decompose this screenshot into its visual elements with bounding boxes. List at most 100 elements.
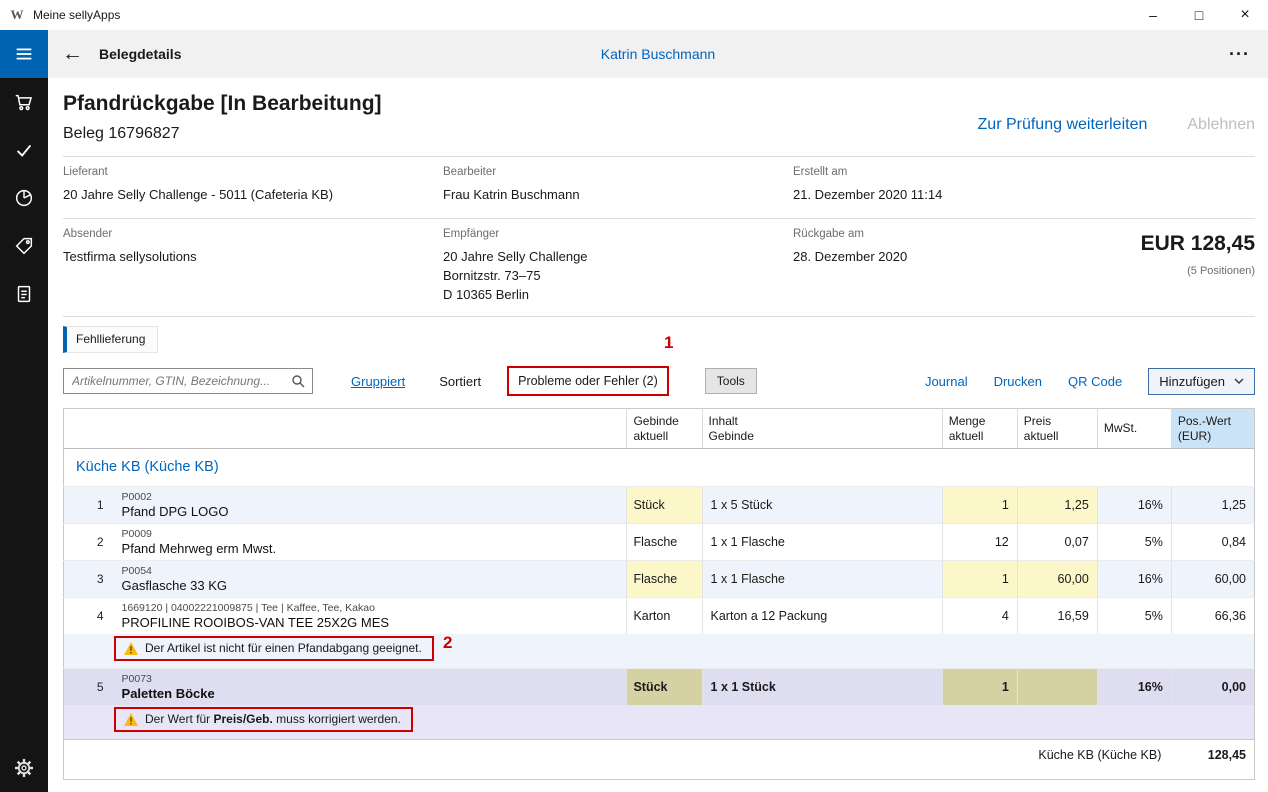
preis-cell[interactable]: 16,59 bbox=[1017, 598, 1097, 635]
gebinde-cell[interactable]: Flasche bbox=[627, 561, 702, 598]
article-code: P0054 bbox=[122, 564, 619, 578]
mwst-cell: 16% bbox=[1097, 561, 1171, 598]
minimize-button[interactable]: – bbox=[1130, 0, 1176, 30]
sidebar-item-tasks[interactable] bbox=[0, 126, 48, 174]
forward-review-button[interactable]: Zur Prüfung weiterleiten bbox=[978, 116, 1148, 133]
document-total: EUR 128,45 (5 Positionen) bbox=[1141, 228, 1255, 304]
group-footer-value: 128,45 bbox=[1171, 740, 1254, 770]
search-input[interactable] bbox=[72, 374, 291, 388]
total-amount: EUR 128,45 bbox=[1141, 232, 1255, 256]
journal-link[interactable]: Journal bbox=[925, 374, 968, 389]
page-header: ← Belegdetails Katrin Buschmann ··· bbox=[48, 30, 1268, 78]
document-head: Pfandrückgabe [In Bearbeitung] Beleg 167… bbox=[63, 92, 1255, 143]
inhalt-cell: Karton a 12 Packung bbox=[702, 598, 942, 635]
menge-cell[interactable]: 1 bbox=[942, 669, 1017, 706]
group-footer-label: Küche KB (Küche KB) bbox=[64, 740, 1172, 770]
user-name-link[interactable]: Katrin Buschmann bbox=[48, 46, 1268, 62]
toolbar-right: Journal Drucken QR Code Hinzufügen bbox=[925, 368, 1255, 395]
warning-text: Der Wert für Preis/Geb. muss korrigiert … bbox=[145, 712, 401, 726]
info-row-2: Absender Testfirma sellysolutions Empfän… bbox=[63, 219, 1255, 316]
sidebar-item-cart[interactable] bbox=[0, 78, 48, 126]
article-cell[interactable]: 1669120 | 04002221009875 | Tee | Kaffee,… bbox=[114, 598, 627, 635]
article-cell[interactable]: P0002 Pfand DPG LOGO bbox=[114, 487, 627, 524]
wert-cell: 66,36 bbox=[1171, 598, 1254, 635]
print-link[interactable]: Drucken bbox=[994, 374, 1042, 389]
field-value-line: Bornitzstr. 73–75 bbox=[443, 266, 793, 285]
divider bbox=[63, 316, 1255, 317]
field-value-line: D 10365 Berlin bbox=[443, 285, 793, 304]
info-row-1: Lieferant 20 Jahre Selly Challenge - 501… bbox=[63, 157, 1255, 218]
more-button[interactable]: ··· bbox=[1229, 44, 1250, 65]
pie-chart-icon bbox=[13, 187, 35, 209]
article-cell[interactable]: P0073 Paletten Böcke bbox=[114, 669, 627, 706]
warning-icon bbox=[124, 713, 138, 726]
sidebar-item-statistics[interactable] bbox=[0, 174, 48, 222]
close-button[interactable]: × bbox=[1222, 0, 1268, 30]
preis-cell[interactable]: 1,25 bbox=[1017, 487, 1097, 524]
check-icon bbox=[13, 139, 35, 161]
row-number: 3 bbox=[64, 561, 114, 598]
table-row-selected[interactable]: 5 P0073 Paletten Böcke Stück 1 x 1 Stück… bbox=[64, 669, 1255, 706]
row-number: 1 bbox=[64, 487, 114, 524]
preis-cell[interactable] bbox=[1017, 669, 1097, 706]
positions-toolbar: Gruppiert Sortiert Probleme oder Fehler … bbox=[63, 366, 1255, 396]
menu-button[interactable] bbox=[0, 30, 48, 78]
tools-button[interactable]: Tools bbox=[705, 368, 757, 394]
sidebar-item-prices[interactable] bbox=[0, 222, 48, 270]
chevron-down-icon bbox=[1234, 378, 1244, 384]
preis-cell[interactable]: 0,07 bbox=[1017, 524, 1097, 561]
qr-code-link[interactable]: QR Code bbox=[1068, 374, 1122, 389]
grouped-link[interactable]: Gruppiert bbox=[351, 374, 405, 389]
article-name: Paletten Böcke bbox=[122, 686, 619, 702]
add-button[interactable]: Hinzufügen bbox=[1148, 368, 1255, 395]
wert-cell: 0,00 bbox=[1171, 669, 1254, 706]
warning-row: Der Artikel ist nicht für einen Pfandabg… bbox=[64, 634, 1255, 669]
table-row[interactable]: 1 P0002 Pfand DPG LOGO Stück 1 x 5 Stück… bbox=[64, 487, 1255, 524]
field-empfaenger: Empfänger 20 Jahre Selly Challenge Borni… bbox=[443, 228, 793, 304]
field-bearbeiter: Bearbeiter Frau Katrin Buschmann bbox=[443, 166, 793, 204]
mwst-cell: 16% bbox=[1097, 669, 1171, 706]
settings-button[interactable] bbox=[0, 744, 48, 792]
gear-icon bbox=[12, 756, 36, 780]
article-cell[interactable]: P0054 Gasflasche 33 KG bbox=[114, 561, 627, 598]
warning-text: Der Artikel ist nicht für einen Pfandabg… bbox=[145, 641, 422, 655]
gebinde-cell[interactable]: Stück bbox=[627, 487, 702, 524]
window-controls: – □ × bbox=[1130, 0, 1268, 30]
window-titlebar: W Meine sellyApps – □ × bbox=[0, 0, 1268, 30]
page-title: Belegdetails bbox=[99, 46, 181, 62]
gebinde-cell[interactable]: Flasche bbox=[627, 524, 702, 561]
menge-cell[interactable]: 1 bbox=[942, 487, 1017, 524]
menge-cell[interactable]: 4 bbox=[942, 598, 1017, 635]
article-cell[interactable]: P0009 Pfand Mehrweg erm Mwst. bbox=[114, 524, 627, 561]
table-row[interactable]: 2 P0009 Pfand Mehrweg erm Mwst. Flasche … bbox=[64, 524, 1255, 561]
col-pos-wert: Pos.-Wert (EUR) bbox=[1171, 409, 1254, 449]
field-erstellt-am: Erstellt am 21. Dezember 2020 11:14 bbox=[793, 166, 1255, 204]
field-value-line: 20 Jahre Selly Challenge bbox=[443, 247, 793, 266]
menge-cell[interactable]: 1 bbox=[942, 561, 1017, 598]
maximize-button[interactable]: □ bbox=[1176, 0, 1222, 30]
table-row[interactable]: 4 1669120 | 04002221009875 | Tee | Kaffe… bbox=[64, 598, 1255, 635]
sidebar-item-catalog[interactable] bbox=[0, 270, 48, 318]
menge-cell[interactable]: 12 bbox=[942, 524, 1017, 561]
article-code: P0002 bbox=[122, 490, 619, 504]
inhalt-cell: 1 x 1 Flasche bbox=[702, 561, 942, 598]
group-header-row: Küche KB (Küche KB) bbox=[64, 449, 1255, 487]
field-rueckgabe-am: Rückgabe am 28. Dezember 2020 bbox=[793, 228, 1053, 304]
back-button[interactable]: ← bbox=[62, 42, 83, 66]
table-row[interactable]: 3 P0054 Gasflasche 33 KG Flasche 1 x 1 F… bbox=[64, 561, 1255, 598]
gebinde-cell[interactable]: Karton bbox=[627, 598, 702, 635]
group-header-label: Küche KB (Küche KB) bbox=[64, 449, 1255, 487]
document-actions: Zur Prüfung weiterleiten Ablehnen bbox=[978, 116, 1255, 134]
wert-cell: 60,00 bbox=[1171, 561, 1254, 598]
inhalt-cell: 1 x 5 Stück bbox=[702, 487, 942, 524]
search-icon[interactable] bbox=[291, 374, 305, 388]
sidebar bbox=[0, 30, 48, 792]
row-number: 2 bbox=[64, 524, 114, 561]
preis-cell[interactable]: 60,00 bbox=[1017, 561, 1097, 598]
document-detail: Pfandrückgabe [In Bearbeitung] Beleg 167… bbox=[48, 78, 1268, 792]
gebinde-cell[interactable]: Stück bbox=[627, 669, 702, 706]
problems-errors-button[interactable]: Probleme oder Fehler (2) bbox=[507, 366, 669, 396]
article-name: Gasflasche 33 KG bbox=[122, 578, 619, 594]
reject-button[interactable]: Ablehnen bbox=[1187, 116, 1255, 133]
sorted-link[interactable]: Sortiert bbox=[439, 374, 481, 389]
